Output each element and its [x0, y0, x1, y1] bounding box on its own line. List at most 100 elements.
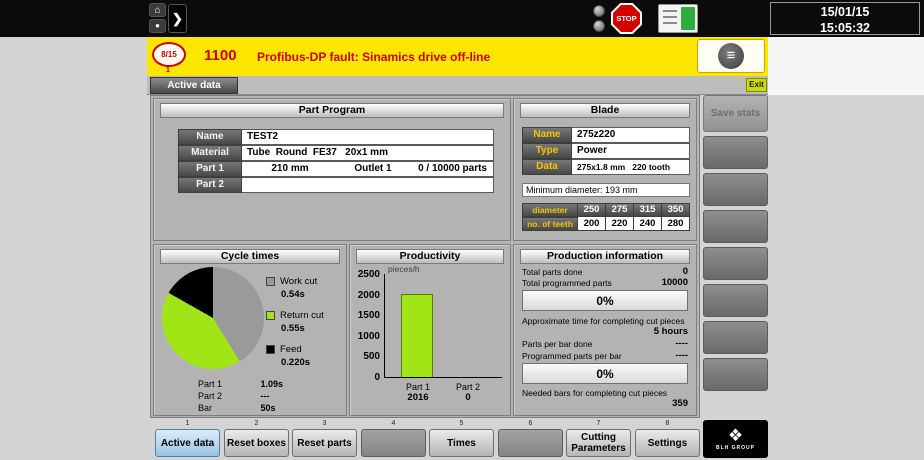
blade-table: Name 275z220 Type Power Data 275x1.8 mm … — [522, 127, 690, 175]
info-value: 359 — [672, 398, 688, 409]
diameter-cell: 250 — [578, 203, 606, 217]
stop-sign-icon[interactable]: STOP — [611, 3, 642, 34]
sidebar-blank-button[interactable] — [703, 358, 768, 391]
min-diameter-note: Minimum diameter: 193 mm — [522, 183, 690, 197]
diameter-cell: 350 — [662, 203, 690, 217]
button-blank-4[interactable] — [361, 429, 426, 457]
datetime-display: 15/01/15 15:05:32 — [770, 2, 920, 35]
stop-label: STOP — [613, 5, 640, 32]
blade-panel: Blade Name 275z220 Type Power Data 275x1… — [513, 98, 697, 241]
row-value: Tube Round FE37 20x1 mm — [242, 145, 494, 161]
row-value: Power — [572, 143, 690, 159]
table-row: Name TEST2 — [178, 129, 494, 145]
info-value: ---- — [675, 350, 688, 361]
row-label: Material — [178, 145, 242, 161]
alarm-sub-index: 1 — [166, 67, 170, 74]
info-label: Programmed parts per bar — [522, 351, 622, 361]
button-blank-6[interactable] — [498, 429, 563, 457]
save-stats-button[interactable]: Save stats — [703, 95, 768, 132]
info-value: 10000 — [662, 277, 688, 288]
diameter-cell: 315 — [634, 203, 662, 217]
row-value: TEST2 — [242, 129, 494, 145]
y-axis-unit: pieces/h — [388, 264, 420, 274]
legend-label: Feed — [280, 344, 302, 355]
row-label: Part 1 — [178, 161, 242, 177]
home-icon[interactable]: ⌂ — [149, 3, 166, 17]
button-times[interactable]: Times — [429, 429, 494, 457]
title-bar: ⌂ ● ❯ STOP 15/01/15 15:05:32 — [0, 0, 924, 37]
sidebar-blank-button[interactable] — [703, 210, 768, 243]
cycle-times-panel: Cycle times Work cut 0.54s Return cut 0.… — [153, 244, 347, 416]
legend-label: Work cut — [280, 276, 317, 287]
fkey-number: 3 — [292, 420, 357, 427]
forward-icon[interactable]: ❯ — [168, 4, 187, 33]
sidebar-blank-button[interactable] — [703, 321, 768, 354]
machine-status-icon — [658, 4, 698, 33]
productivity-title: Productivity — [356, 249, 504, 264]
alarm-menu-button[interactable]: ≡ — [697, 39, 765, 73]
table-row: no. of teeth 200 220 240 280 — [522, 217, 690, 231]
button-cutting-parameters[interactable]: Cutting Parameters — [566, 429, 631, 457]
total-row: Part 1 1.09s — [198, 374, 338, 386]
row-label: Type — [522, 143, 572, 159]
button-active-data[interactable]: Active data — [155, 429, 220, 457]
diameter-cell: 275 — [606, 203, 634, 217]
row-value: 210 mm Outlet 1 0 / 10000 parts — [242, 161, 494, 177]
row-label: Data — [522, 159, 572, 175]
main-content: Part Program Name TEST2 Material Tube Ro… — [150, 95, 700, 418]
legend-swatch — [266, 277, 275, 286]
cycle-times-title: Cycle times — [160, 249, 340, 264]
alarm-code: 1100 — [204, 47, 237, 64]
sidebar-blank-button[interactable] — [703, 247, 768, 280]
row-value — [242, 177, 494, 193]
legend-label: Return cut — [280, 310, 324, 321]
teeth-cell: 240 — [634, 217, 662, 231]
blade-title: Blade — [520, 103, 690, 118]
part-program-panel: Part Program Name TEST2 Material Tube Ro… — [153, 98, 511, 241]
teeth-cell: 280 — [662, 217, 690, 231]
info-label: Parts per bar done — [522, 339, 592, 349]
logo-text: BLH GROUP — [716, 445, 755, 451]
production-info-title: Production information — [520, 249, 690, 264]
tab-bar: Active data Exit — [147, 76, 768, 95]
legend-swatch — [266, 345, 275, 354]
fkey-number: 2 — [224, 420, 289, 427]
button-reset-parts[interactable]: Reset parts — [292, 429, 357, 457]
info-value: ---- — [675, 338, 688, 349]
teeth-label: no. of teeth — [522, 217, 578, 231]
row-label: Part 2 — [178, 177, 242, 193]
alarm-counter-badge: 8/15 — [152, 42, 186, 67]
progress-bar-total: 0% — [522, 290, 688, 311]
bar-chart-plot — [384, 274, 502, 378]
teeth-cell: 200 — [578, 217, 606, 231]
teeth-cell: 220 — [606, 217, 634, 231]
exit-button[interactable]: Exit — [746, 78, 767, 92]
fkey-number: 7 — [566, 420, 631, 427]
part1-count: 0 / 10000 parts — [408, 162, 493, 176]
table-row: Type Power — [522, 143, 690, 159]
info-label: Total parts done — [522, 267, 582, 277]
sidebar-blank-button[interactable] — [703, 284, 768, 317]
table-row: Data 275x1.8 mm 220 tooth — [522, 159, 690, 175]
fkey-number: 5 — [429, 420, 494, 427]
row-label: Name — [178, 129, 242, 145]
sidebar-blank-button[interactable] — [703, 136, 768, 169]
bar-value-label: 0 — [438, 392, 498, 403]
sidebar-blank-button[interactable] — [703, 173, 768, 206]
table-row: Part 1 210 mm Outlet 1 0 / 10000 parts — [178, 161, 494, 177]
total-row: Bar 50s — [198, 398, 338, 410]
status-lines — [663, 10, 677, 27]
dot-icon[interactable]: ● — [149, 19, 166, 33]
row-value: 275z220 — [572, 127, 690, 143]
production-info-panel: Production information Total parts done … — [513, 244, 697, 416]
table-row: diameter 250 275 315 350 — [522, 203, 690, 217]
hmi-screen: ⌂ ● ❯ STOP 15/01/15 15:05:32 8/15 1 1100… — [0, 0, 924, 460]
menu-icon: ≡ — [718, 43, 744, 69]
legend-entry: Feed 0.220s — [266, 344, 324, 368]
tab-active-data[interactable]: Active data — [150, 77, 238, 94]
status-green-bar — [681, 7, 695, 30]
status-led-icon — [593, 5, 605, 17]
diameter-label: diameter — [522, 203, 578, 217]
button-reset-boxes[interactable]: Reset boxes — [224, 429, 289, 457]
button-settings[interactable]: Settings — [635, 429, 700, 457]
